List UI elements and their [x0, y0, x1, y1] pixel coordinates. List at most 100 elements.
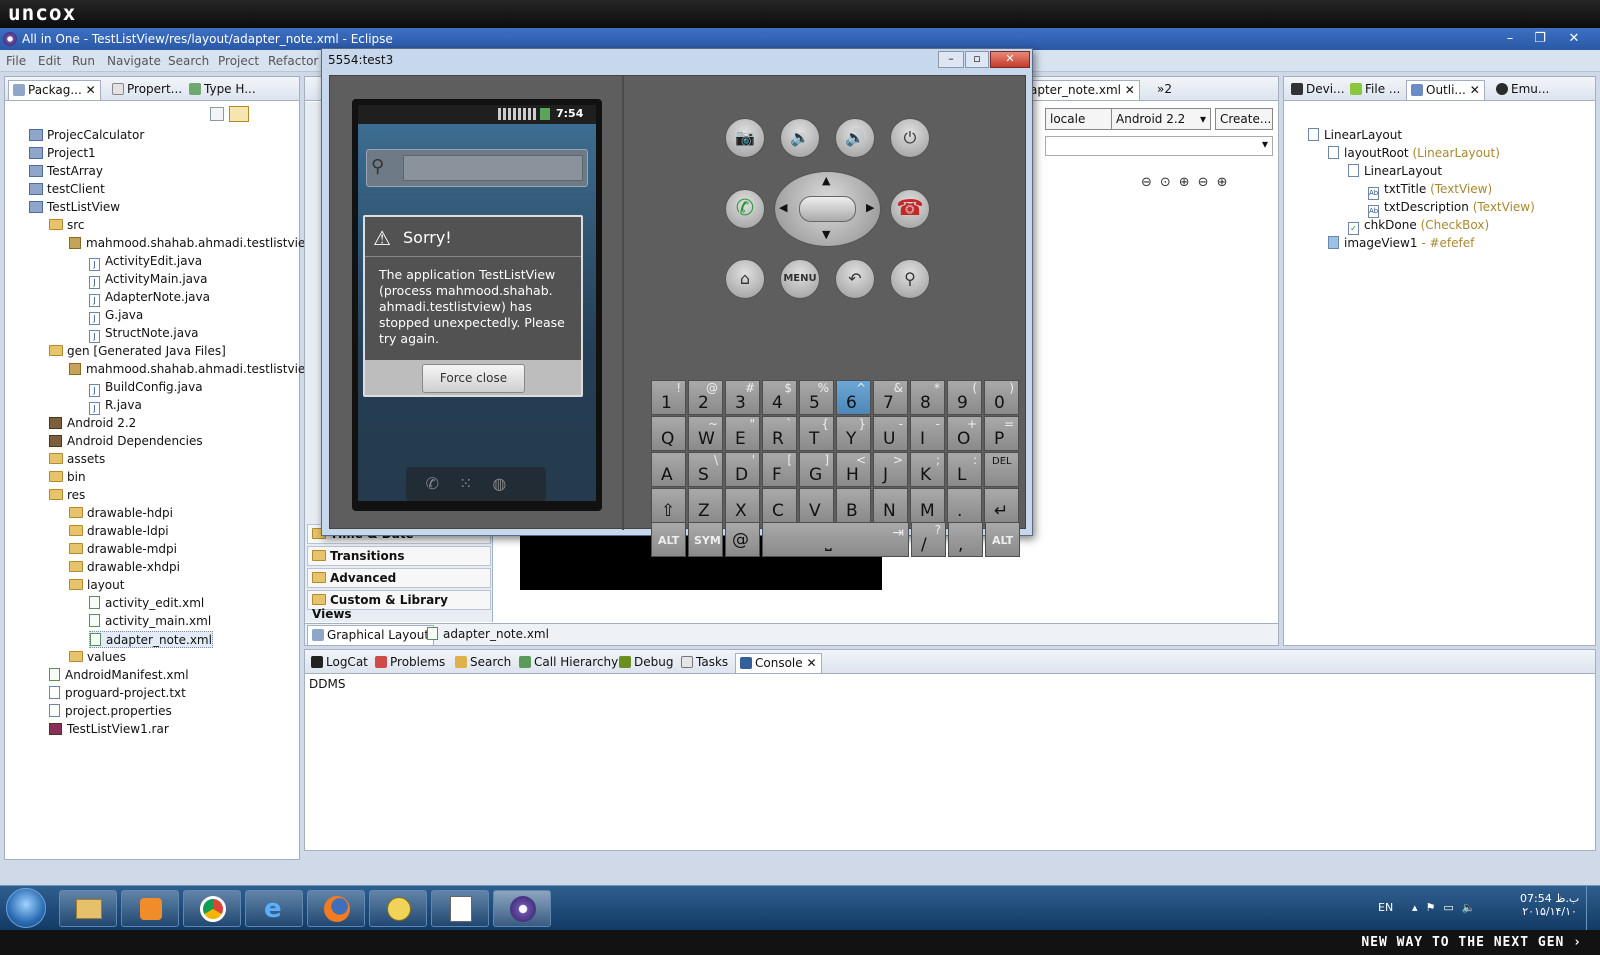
explorer-taskbar-item[interactable] — [59, 890, 117, 927]
ie-taskbar-item[interactable]: e — [245, 890, 303, 927]
tab-graphical-layout[interactable]: Graphical Layout — [307, 625, 435, 645]
tab-properties[interactable]: Propert... — [108, 80, 186, 100]
menu-refactor[interactable]: Refactor — [268, 54, 318, 68]
tab-xml-source[interactable]: adapter_note.xml — [423, 625, 553, 645]
collapse-all-icon[interactable] — [210, 107, 224, 121]
tab-emulator-control[interactable]: Emu... — [1492, 80, 1553, 100]
tree-item[interactable]: testClient — [29, 181, 105, 198]
key-P[interactable]: P = — [984, 416, 1019, 451]
key-F[interactable]: F[ — [762, 452, 797, 487]
key-5[interactable]: 5% — [799, 380, 834, 415]
key-T[interactable]: T{ — [799, 416, 834, 451]
key-L[interactable]: L: — [947, 452, 982, 487]
tab-outline[interactable]: Outli... ✕ — [1406, 80, 1485, 100]
tree-item[interactable]: activity_main.xml — [89, 613, 211, 630]
tab-file-explorer[interactable]: File ... — [1346, 80, 1404, 100]
zoom-controls[interactable]: ⊖⊙⊕⊖⊕ — [1141, 175, 1261, 193]
tree-item[interactable]: mahmood.shahab.ahmadi.testlistview — [69, 361, 315, 378]
outline-item[interactable]: imageView1 - #efefef — [1328, 235, 1474, 252]
menu-navigate[interactable]: Navigate — [107, 54, 161, 68]
tree-item[interactable]: mahmood.shahab.ahmadi.testlistview — [69, 235, 315, 252]
tree-item[interactable]: drawable-hdpi — [69, 505, 173, 522]
tree-item[interactable]: project.properties — [49, 703, 172, 720]
tree-item[interactable]: TestArray — [29, 163, 103, 180]
force-close-button[interactable]: Force close — [422, 364, 525, 393]
tree-item[interactable]: drawable-xhdpi — [69, 559, 180, 576]
maximize-button[interactable]: ❐ — [1526, 29, 1554, 48]
key-C[interactable]: C — [762, 488, 797, 523]
back-button[interactable]: ↶ — [835, 259, 875, 299]
key-K[interactable]: K; — [910, 452, 945, 487]
key-4[interactable]: 4 $ — [762, 380, 797, 415]
key-8[interactable]: 8 * — [910, 380, 945, 415]
show-desktop-button[interactable] — [1586, 886, 1600, 931]
dpad-left-icon[interactable]: ◀ — [779, 201, 787, 214]
outline-item[interactable]: Ab txtDescription (TextView) — [1368, 199, 1535, 218]
outline-item[interactable]: ✓ chkDone (CheckBox) — [1348, 217, 1489, 235]
tree-item[interactable]: activity_edit.xml — [89, 595, 204, 612]
api-level-select[interactable]: Android 2.2 ▾ — [1111, 108, 1211, 130]
alt-right-key[interactable]: ALT — [985, 522, 1020, 557]
key-X[interactable]: X — [725, 488, 760, 523]
tree-item[interactable]: layout — [69, 577, 124, 594]
key-3[interactable]: 3 # — [725, 380, 760, 415]
key-M[interactable]: M — [910, 488, 945, 523]
create-button[interactable]: Create... — [1215, 108, 1273, 130]
key-DEL[interactable]: DEL — [984, 452, 1019, 487]
tree-item[interactable]: Android 2.2 — [49, 415, 136, 432]
emulator-close-button[interactable]: ✕ — [990, 51, 1030, 68]
menu-project[interactable]: Project — [218, 54, 259, 68]
tree-item[interactable]: J ActivityMain.java — [89, 271, 207, 289]
key-Z[interactable]: Z — [688, 488, 723, 523]
key-1[interactable]: 1! — [651, 380, 686, 415]
key-shift[interactable]: ⇧ — [651, 488, 686, 523]
outline-item[interactable]: layoutRoot (LinearLayout) — [1328, 145, 1500, 162]
menu-button[interactable]: MENU — [780, 259, 820, 299]
media-player-taskbar-item[interactable] — [121, 890, 179, 927]
key-E[interactable]: E " — [725, 416, 760, 451]
tab-devices[interactable]: Devi... — [1287, 80, 1349, 100]
menu-search[interactable]: Search — [168, 54, 209, 68]
menu-edit[interactable]: Edit — [38, 54, 61, 68]
alt-left-key[interactable]: ALT — [651, 522, 686, 557]
key-0[interactable]: 0) — [984, 380, 1019, 415]
tree-item[interactable]: res — [49, 487, 85, 504]
key-G[interactable]: G] — [799, 452, 834, 487]
menu-file[interactable]: File — [6, 54, 26, 68]
palette-transitions[interactable]: Transitions — [307, 546, 491, 566]
key-B[interactable]: B — [836, 488, 871, 523]
key-R[interactable]: R ` — [762, 416, 797, 451]
tab-adapter-note-xml[interactable]: apter_note.xml ✕ — [1025, 80, 1140, 100]
tab-type-hierarchy[interactable]: Type H... — [185, 80, 260, 100]
firefox-taskbar-item[interactable] — [307, 890, 365, 927]
key-N[interactable]: N — [873, 488, 908, 523]
tree-item[interactable]: J G.java — [89, 307, 143, 325]
tab-logcat[interactable]: LogCat — [307, 653, 372, 673]
tree-item-selected[interactable]: adapter_note.xml — [89, 631, 213, 648]
tree-item[interactable]: drawable-mdpi — [69, 541, 177, 558]
start-button[interactable] — [6, 888, 46, 928]
tree-item[interactable]: drawable-ldpi — [69, 523, 169, 540]
key-O[interactable]: O + — [947, 416, 982, 451]
key-Q[interactable]: Q — [651, 416, 686, 451]
key-W[interactable]: W ~ — [688, 416, 723, 451]
tree-item[interactable]: assets — [49, 451, 105, 468]
tree-item[interactable]: Project1 — [29, 145, 96, 162]
tree-item[interactable]: proguard-project.txt — [49, 685, 186, 702]
emulator-minimize-button[interactable]: – — [938, 51, 964, 68]
comma-key[interactable]: , — [948, 522, 983, 557]
tree-item[interactable]: J StructNote.java — [89, 325, 199, 343]
end-call-button[interactable]: ☎ — [890, 189, 930, 229]
tree-item[interactable]: bin — [49, 469, 86, 486]
palette-custom-library[interactable]: Custom & Library Views — [307, 590, 491, 621]
dpad-center[interactable] — [799, 196, 856, 222]
close-button[interactable]: ✕ — [1560, 29, 1588, 48]
at-key[interactable]: @ — [725, 522, 760, 557]
search-button[interactable]: ⚲ — [890, 259, 930, 299]
space-key[interactable]: ⎵ ⇥ — [762, 522, 909, 557]
tree-item[interactable]: src — [49, 217, 85, 234]
key-7[interactable]: 7 & — [873, 380, 908, 415]
volume-up-button[interactable]: 🔊 — [835, 118, 875, 158]
emulator-maximize-button[interactable]: ▫ — [965, 51, 989, 68]
tree-item[interactable]: J ActivityEdit.java — [89, 253, 202, 271]
